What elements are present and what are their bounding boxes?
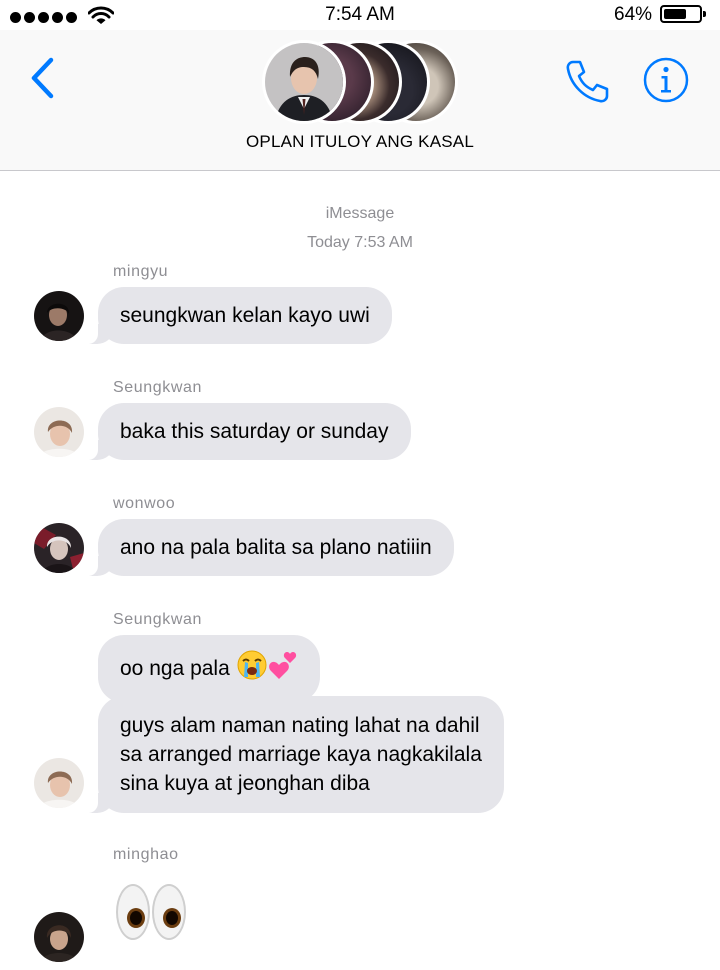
message-line: guys alam naman nating lahat na dahil [120, 714, 480, 737]
message-bubble[interactable]: oo nga pala [98, 635, 320, 703]
info-icon[interactable] [642, 56, 690, 104]
battery-icon [660, 5, 706, 23]
avatar[interactable] [34, 912, 84, 962]
two-hearts-emoji-icon [268, 649, 298, 689]
loudly-crying-face-emoji-icon [236, 649, 268, 689]
avatar[interactable] [34, 758, 84, 808]
message-bubble[interactable]: seungkwan kelan kayo uwi [80, 287, 392, 344]
status-bar: 7:54 AM 64% [0, 0, 720, 30]
conversation-timestamp: Today 7:53 AM [307, 234, 413, 251]
eyes-emoji-icon[interactable] [116, 884, 186, 940]
battery-percent: 64% [614, 4, 653, 25]
conversation-header: OPLAN ITULOY ANG KASAL [0, 30, 720, 171]
avatar[interactable] [34, 523, 84, 573]
chevron-left-icon[interactable] [26, 56, 58, 100]
message-line: sa arranged marriage kaya nagkakilala [120, 743, 482, 766]
phone-icon[interactable] [562, 56, 612, 106]
message-line: sina kuya at jeonghan diba [120, 772, 370, 795]
group-member-avatar [262, 40, 346, 124]
conversation-service-label: iMessage [325, 205, 395, 222]
message-text: baka this saturday or sunday [120, 420, 389, 443]
message-text: oo nga pala [120, 656, 230, 680]
group-name[interactable]: OPLAN ITULOY ANG KASAL [0, 132, 720, 152]
message-bubble[interactable]: baka this saturday or sunday [80, 403, 411, 460]
avatar[interactable] [34, 407, 84, 457]
sender-name: Seungkwan [113, 611, 203, 628]
message-text: seungkwan kelan kayo uwi [120, 304, 370, 327]
group-avatar-stack[interactable] [262, 40, 458, 124]
sender-name: mingyu [113, 263, 169, 280]
message-text: ano na pala balita sa plano natiiin [120, 536, 432, 559]
sender-name: minghao [113, 846, 179, 863]
sender-name: Seungkwan [113, 379, 203, 396]
sender-name: wonwoo [113, 495, 176, 512]
status-time: 7:54 AM [325, 4, 395, 25]
message-bubble[interactable]: ano na pala balita sa plano natiiin [80, 519, 454, 576]
avatar[interactable] [34, 291, 84, 341]
message-bubble[interactable]: guys alam naman nating lahat na dahil sa… [80, 696, 504, 813]
